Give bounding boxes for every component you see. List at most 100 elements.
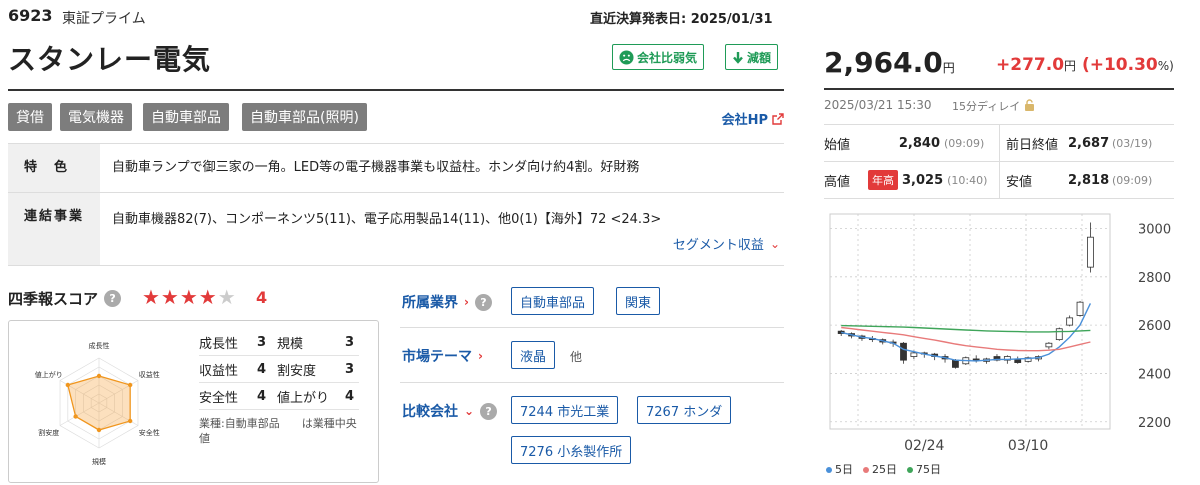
peers-link[interactable]: 比較会社 ⌄ ?	[402, 401, 498, 421]
radar-label: 安全性	[139, 428, 160, 437]
change-value: +277.0	[996, 55, 1065, 75]
high-time: (10:40)	[947, 173, 988, 187]
segment-row: 連結事業 自動車機器82(7)、コンポーネンツ5(11)、電子応用製品14(11…	[8, 192, 784, 266]
prev-value: 2,687	[1068, 135, 1110, 151]
help-icon[interactable]: ?	[104, 290, 122, 307]
divider	[400, 327, 784, 328]
prev-close-cell: 前日終値 2,687 (03/19)	[999, 125, 1174, 161]
score-num: 3	[345, 334, 355, 350]
radar-point	[96, 427, 102, 433]
score-num: 3	[345, 361, 355, 377]
peer-tag[interactable]: 7267 ホンダ	[637, 396, 732, 424]
theme-label: 市場テーマ	[402, 349, 472, 365]
chevron-right-icon: ›	[464, 295, 469, 309]
settlement-date: 直近決算発表日: 2025/01/31	[590, 12, 773, 27]
low-value: 2,818	[1068, 172, 1110, 188]
tag-auto-parts[interactable]: 自動車部品	[143, 103, 229, 131]
candle-body	[952, 359, 959, 368]
candle-body	[900, 342, 907, 361]
price-change: +277.0円 (+10.30%)	[996, 55, 1174, 75]
chevron-down-icon: ⌄	[769, 236, 780, 251]
radar-label: 収益性	[139, 370, 160, 379]
feature-text: 自動車ランプで御三家の一角。LED等の電子機器事業も収益柱。ホンダ向け約4割。好…	[112, 160, 640, 175]
score-title-text: 四季報スコア	[8, 290, 99, 308]
open-time: (09:09)	[944, 136, 985, 150]
score-num: 3	[257, 334, 267, 350]
company-hp-label: 会社HP	[721, 113, 768, 128]
segment-revenue-label: セグメント収益	[672, 238, 764, 253]
change-pct: (+10.30	[1081, 55, 1158, 75]
legend-ma25: 25日	[863, 461, 897, 477]
theme-tag[interactable]: 液晶	[511, 341, 556, 369]
tag-electric[interactable]: 電気機器	[60, 103, 132, 131]
radar-label: 規模	[92, 457, 106, 466]
x-tick-label: 03/10	[1008, 438, 1048, 454]
delay-label: 15分ディレイ	[952, 100, 1021, 113]
segment-revenue-link[interactable]: セグメント収益 ⌄	[672, 234, 780, 254]
radar-point	[127, 382, 133, 388]
score-label: 規模	[277, 336, 304, 352]
peers-label: 比較会社	[402, 404, 458, 420]
peer-tag[interactable]: 7244 市光工業	[511, 396, 619, 424]
delay-note: 15分ディレイ	[952, 98, 1035, 114]
industry-label: 所属業界	[402, 295, 458, 311]
theme-more[interactable]: 他	[570, 348, 582, 365]
theme-link[interactable]: 市場テーマ ›	[402, 346, 483, 366]
score-note: 業種:自動車部品 は業種中央値	[199, 417, 357, 445]
weak-outlook-badge[interactable]: 会社比弱気	[612, 44, 705, 70]
score-stars: ★★★★★	[142, 285, 237, 309]
segment-text: 自動車機器82(7)、コンポーネンツ5(11)、電子応用製品14(11)、他0(…	[112, 212, 662, 227]
score-label: 値上がり	[277, 390, 330, 406]
high-value: 3,025	[902, 172, 944, 188]
y-tick-label: 2200	[1138, 416, 1171, 431]
high-cell: 高値 年高 3,025 (10:40)	[824, 162, 999, 198]
score-label: 安全性	[199, 390, 239, 406]
candle-body	[1076, 301, 1084, 316]
downgrade-label: 減額	[747, 50, 772, 65]
prev-time: (03/19)	[1112, 136, 1153, 150]
tag-auto-parts-lighting[interactable]: 自動車部品(照明)	[242, 103, 367, 131]
segment-label: 連結事業	[8, 193, 100, 265]
change-pct-unit: %)	[1157, 59, 1174, 73]
lock-icon	[1024, 99, 1034, 111]
low-time: (09:09)	[1112, 173, 1153, 187]
open-label: 始値	[824, 137, 851, 153]
legend-ma75: 75日	[907, 461, 941, 477]
candle-body	[1066, 317, 1074, 326]
low-label: 安値	[1006, 174, 1033, 190]
external-link-icon	[772, 112, 784, 125]
tag-margin[interactable]: 貸借	[8, 103, 52, 131]
low-cell: 安値 2,818 (09:09)	[999, 162, 1174, 198]
candle-body	[1087, 236, 1094, 268]
radar-area	[67, 375, 131, 431]
score-num: 4	[257, 388, 267, 404]
open-cell: 始値 2,840 (09:09)	[824, 125, 999, 161]
stock-code: 6923	[8, 6, 53, 25]
score-row: 収益性 4 割安度 3	[199, 356, 359, 383]
downgrade-badge[interactable]: 減額	[725, 44, 779, 70]
company-name: スタンレー電気	[8, 43, 212, 76]
header-divider	[8, 89, 784, 91]
price-unit: 円	[942, 61, 955, 75]
industry-link[interactable]: 所属業界 › ?	[402, 292, 492, 312]
peer-tag[interactable]: 7276 小糸製作所	[511, 436, 632, 464]
market-name: 東証プライム	[62, 11, 146, 27]
radar-label: 割安度	[38, 428, 59, 437]
candle-body	[972, 358, 980, 361]
open-value: 2,840	[898, 135, 940, 151]
help-icon[interactable]: ?	[480, 402, 498, 420]
region-tag[interactable]: 関東	[616, 287, 661, 315]
high-label: 高値	[824, 174, 851, 190]
radar-label: 成長性	[89, 341, 110, 350]
radar-point	[127, 418, 133, 424]
score-value: 4	[256, 288, 268, 307]
help-icon[interactable]: ?	[474, 293, 492, 311]
legend-ma5: 5日	[826, 461, 853, 477]
industry-tag[interactable]: 自動車部品	[511, 287, 595, 315]
radar-point	[65, 382, 71, 388]
score-radar-chart: 成長性収益性安全性規模 割安度 値上がり	[35, 341, 160, 466]
company-hp-link[interactable]: 会社HP	[722, 109, 784, 128]
price-chart[interactable]: 3000 2800 2600 2400 2200 02/24 03/10	[826, 210, 1176, 460]
change-unit: 円	[1064, 59, 1077, 73]
score-label: 割安度	[277, 363, 317, 379]
